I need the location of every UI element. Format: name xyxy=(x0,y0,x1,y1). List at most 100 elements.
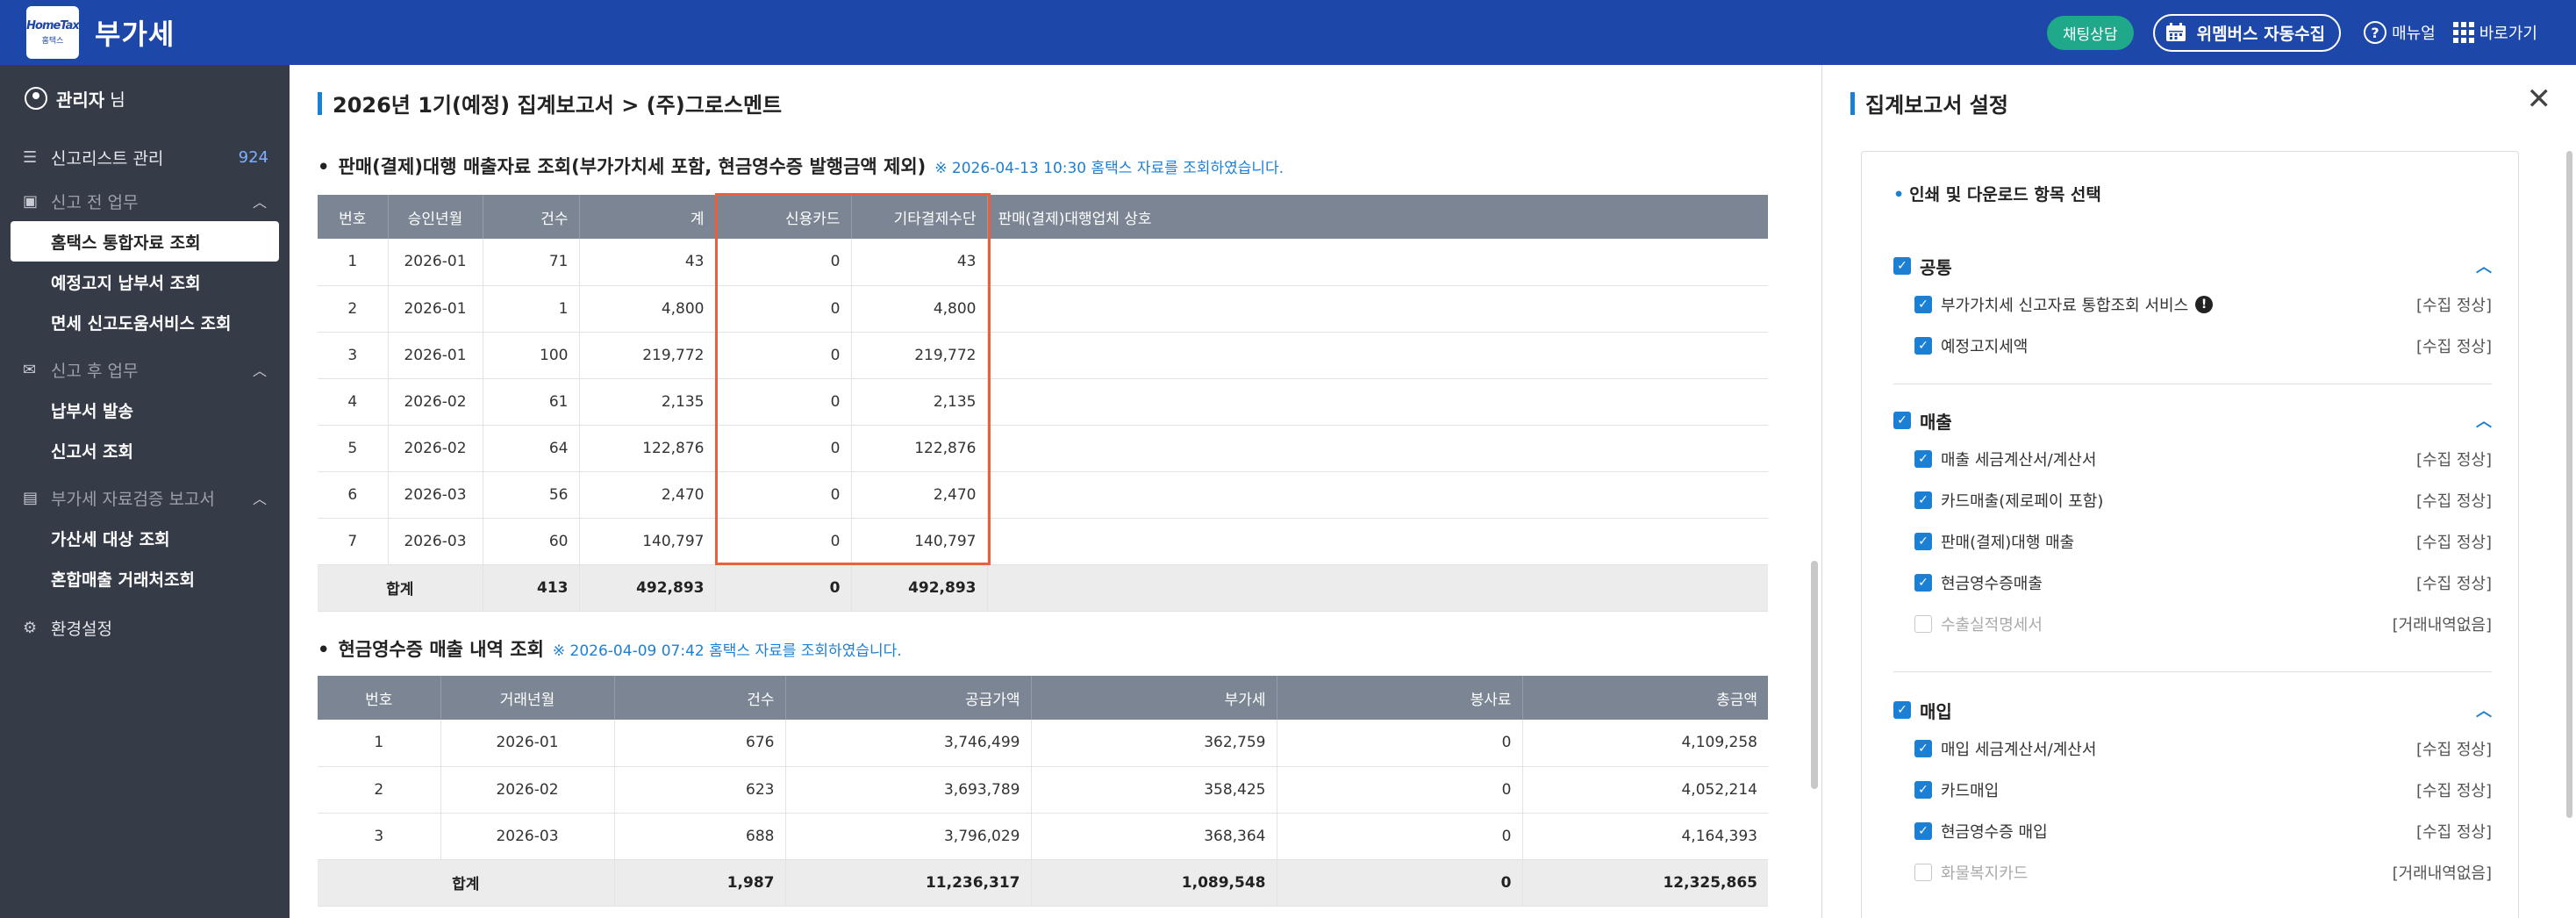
bullet: • xyxy=(318,639,330,660)
chevron-up-icon[interactable]: ︿ xyxy=(2476,409,2492,432)
sidebar-group-verification[interactable]: ▤ 부가세 자료검증 보고서 ︿ xyxy=(0,477,290,518)
table-row[interactable]: 3 2026-01 100 219,772 0 219,772 xyxy=(318,332,1768,379)
cell-month: 2026-01 xyxy=(388,285,483,333)
cell-other-payment: 140,797 xyxy=(851,518,988,565)
checkbox[interactable]: ✓ xyxy=(1914,491,1932,509)
checkbox-disabled xyxy=(1914,863,1932,881)
cell-sum: 4,800 xyxy=(579,285,716,333)
cell-other-payment: 219,772 xyxy=(851,332,988,379)
sidebar-item-report-view[interactable]: 신고서 조회 xyxy=(0,430,290,470)
option-group-header[interactable]: ✓ 매입 ︿ xyxy=(1893,692,2492,728)
list-icon: ☰ xyxy=(23,147,38,167)
column-header[interactable]: 건수 xyxy=(614,676,786,720)
column-header[interactable]: 판매(결제)대행업체 상호 xyxy=(987,195,1768,239)
table-row[interactable]: 1 2026-01 71 43 0 43 xyxy=(318,239,1768,286)
cell-month: 2026-02 xyxy=(388,425,483,472)
checkbox[interactable]: ✓ xyxy=(1914,336,1932,355)
table-row[interactable]: 1 2026-01 676 3,746,499 362,759 0 4,109,258 xyxy=(318,720,1768,767)
option-status: [수집 정상] xyxy=(2415,574,2492,593)
table-row[interactable]: 2 2026-02 623 3,693,789 358,425 0 4,052,214 xyxy=(318,766,1768,814)
manual-label: 매뉴얼 xyxy=(2392,25,2436,43)
option-group-header[interactable]: ✓ 매출 ︿ xyxy=(1893,403,2492,438)
hometax-logo[interactable]: HomeTax 홈택스 xyxy=(26,6,80,59)
sidebar: 관리자 님 ☰ 신고리스트 관리 924 ▣ 신고 전 업무 ︿ 홈택스 통합자… xyxy=(0,65,290,918)
option-item[interactable]: ✓ 예정고지세액 [수집 정상] xyxy=(1893,325,2492,366)
checkbox[interactable]: ✓ xyxy=(1914,780,1932,799)
checkbox[interactable]: ✓ xyxy=(1914,295,1932,313)
option-item[interactable]: ✓ 부가가치세 신고자료 통합조회 서비스 ! [수집 정상] xyxy=(1893,283,2492,325)
sidebar-group-pre-report[interactable]: ▣ 신고 전 업무 ︿ xyxy=(0,181,290,221)
close-icon[interactable]: ✕ xyxy=(2527,84,2552,114)
cell-other-payment: 122,876 xyxy=(851,425,988,472)
option-item[interactable]: ✓ 현금영수증 매입 [수집 정상] xyxy=(1893,810,2492,851)
cell-total-vendor xyxy=(987,564,1768,612)
option-item[interactable]: ✓ 판매(결제)대행 매출 [수집 정상] xyxy=(1893,520,2492,562)
cell-month: 2026-02 xyxy=(388,378,483,426)
cell-credit-card: 0 xyxy=(715,518,852,565)
manual-link[interactable]: ? 매뉴얼 xyxy=(2364,21,2436,44)
sidebar-group-post-report[interactable]: ✉ 신고 후 업무 ︿ xyxy=(0,349,290,390)
table-row[interactable]: 3 2026-03 688 3,796,029 368,364 0 4,164,393 xyxy=(318,813,1768,860)
checkbox[interactable]: ✓ xyxy=(1914,449,1932,468)
warning-icon[interactable]: ! xyxy=(2195,295,2214,313)
table-row[interactable]: 4 2026-02 61 2,135 0 2,135 xyxy=(318,378,1768,426)
checkbox[interactable]: ✓ xyxy=(1893,257,1911,275)
option-item-disabled: 수출실적명세서 [거래내역없음] xyxy=(1893,603,2492,644)
sidebar-item-report-list[interactable]: ☰ 신고리스트 관리 924 xyxy=(0,137,290,177)
sidebar-item-mixed-sales[interactable]: 혼합매출 거래처조회 xyxy=(0,558,290,599)
checkbox[interactable]: ✓ xyxy=(1914,573,1932,592)
cell-credit-card: 0 xyxy=(715,378,852,426)
chevron-up-icon[interactable]: ︿ xyxy=(2476,699,2492,721)
panel-scrollbar[interactable] xyxy=(2566,151,2572,818)
sidebar-item-send-bill[interactable]: 납부서 발송 xyxy=(0,390,290,430)
column-header[interactable]: 건수 xyxy=(483,195,580,239)
table-row[interactable]: 7 2026-03 60 140,797 0 140,797 xyxy=(318,518,1768,565)
column-header[interactable]: 신용카드 xyxy=(715,195,852,239)
column-header[interactable]: 공급가액 xyxy=(785,676,1032,720)
option-item[interactable]: ✓ 매입 세금계산서/계산서 [수집 정상] xyxy=(1893,728,2492,769)
sidebar-item-settings[interactable]: ⚙ 환경설정 xyxy=(0,607,290,648)
column-header[interactable]: 번호 xyxy=(318,676,441,720)
column-header[interactable]: 승인년월 xyxy=(388,195,483,239)
chevron-up-icon[interactable]: ︿ xyxy=(2476,255,2492,277)
cell-month: 2026-03 xyxy=(440,813,615,860)
checkbox[interactable]: ✓ xyxy=(1914,532,1932,550)
column-header[interactable]: 계 xyxy=(579,195,716,239)
option-item[interactable]: ✓ 매출 세금계산서/계산서 [수집 정상] xyxy=(1893,438,2492,479)
sidebar-item-penalty[interactable]: 가산세 대상 조회 xyxy=(0,518,290,558)
option-status: [수집 정상] xyxy=(2415,337,2492,356)
cell-count: 676 xyxy=(614,720,786,767)
main-scrollbar[interactable] xyxy=(1811,561,1818,789)
cell-count: 64 xyxy=(483,425,580,472)
table-row[interactable]: 5 2026-02 64 122,876 0 122,876 xyxy=(318,425,1768,472)
column-header[interactable]: 기타결제수단 xyxy=(851,195,988,239)
settings-label: 환경설정 xyxy=(51,619,112,639)
checkbox[interactable]: ✓ xyxy=(1893,412,1911,429)
table-header-row: 번호 거래년월 건수 공급가액 부가세 봉사료 총금액 xyxy=(318,676,1768,720)
table-row[interactable]: 6 2026-03 56 2,470 0 2,470 xyxy=(318,471,1768,519)
cell-no: 1 xyxy=(318,720,441,767)
column-header[interactable]: 봉사료 xyxy=(1277,676,1523,720)
sidebar-item-hometax-integrated[interactable]: 홈택스 통합자료 조회 xyxy=(11,221,279,262)
auto-collect-button[interactable]: 위멤버스 자동수집 xyxy=(2152,13,2342,52)
sidebar-item-taxfree-service[interactable]: 면세 신고도움서비스 조회 xyxy=(0,302,290,342)
column-header[interactable]: 거래년월 xyxy=(440,676,615,720)
cell-other-payment: 43 xyxy=(851,239,988,286)
chat-consult-button[interactable]: 채팅상담 xyxy=(2047,15,2134,50)
column-header[interactable]: 번호 xyxy=(318,195,389,239)
checkbox[interactable]: ✓ xyxy=(1893,701,1911,719)
auto-collect-label: 위멤버스 자동수집 xyxy=(2196,24,2326,44)
column-header[interactable]: 부가세 xyxy=(1031,676,1277,720)
sidebar-item-prepay-bill[interactable]: 예정고지 납부서 조회 xyxy=(0,262,290,302)
option-item[interactable]: ✓ 카드매출(제로페이 포함) [수집 정상] xyxy=(1893,479,2492,520)
table-row[interactable]: 2 2026-01 1 4,800 0 4,800 xyxy=(318,285,1768,333)
shortcut-link[interactable]: 바로가기 xyxy=(2452,21,2537,44)
checkbox[interactable]: ✓ xyxy=(1914,821,1932,840)
option-item[interactable]: ✓ 현금영수증매출 [수집 정상] xyxy=(1893,562,2492,603)
cell-other-payment: 4,800 xyxy=(851,285,988,333)
column-header[interactable]: 총금액 xyxy=(1522,676,1768,720)
option-item[interactable]: ✓ 카드매입 [수집 정상] xyxy=(1893,769,2492,810)
cell-service-fee: 0 xyxy=(1277,720,1523,767)
checkbox[interactable]: ✓ xyxy=(1914,739,1932,757)
option-group-header[interactable]: ✓ 공통 ︿ xyxy=(1893,248,2492,283)
